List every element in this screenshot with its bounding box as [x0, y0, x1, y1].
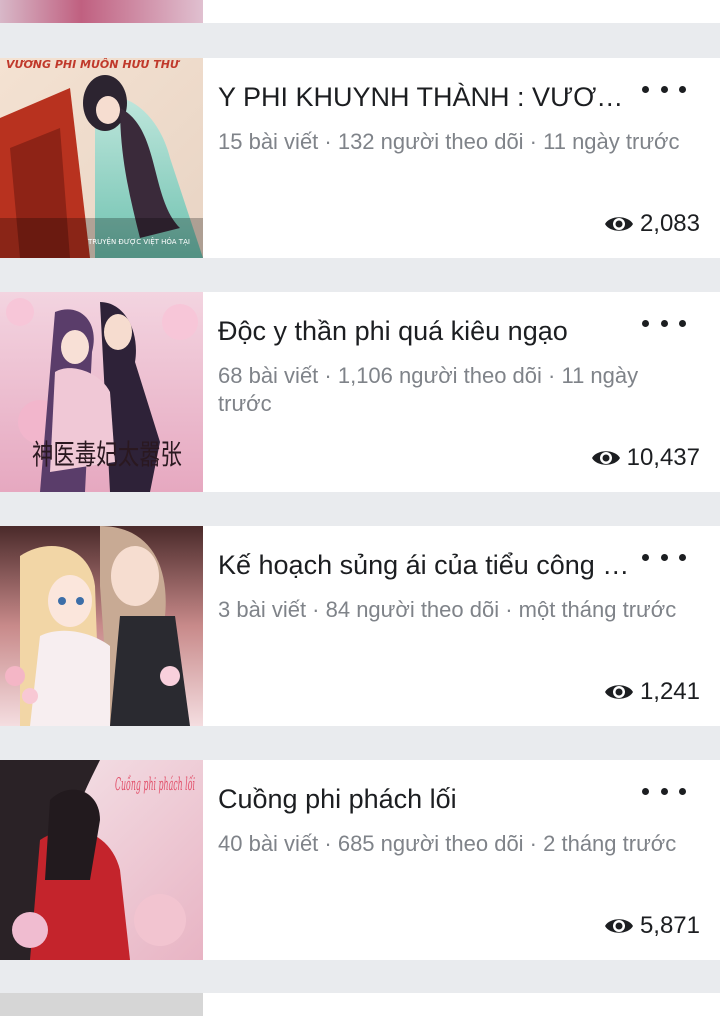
- list-item[interactable]: VƯƠNG PHI MUỐN HƯU THƯ TRUYỆN ĐƯỢC VIỆT …: [0, 58, 720, 258]
- post-meta: 68 bài viết · 1,106 người theo dõi · 11 …: [218, 363, 639, 416]
- group-post-list: VƯƠNG PHI MUỐN HƯU THƯ TRUYỆN ĐƯỢC VIỆT …: [0, 0, 720, 1016]
- cover-credit-text: TRUYỆN ĐƯỢC VIỆT HÓA TẠI: [87, 237, 190, 246]
- cover-image[interactable]: [0, 993, 203, 1016]
- list-item-partial-bottom[interactable]: [0, 993, 720, 1016]
- post-meta: 3 bài viết · 84 người theo dõi · một thá…: [218, 597, 677, 622]
- post-meta: 15 bài viết · 132 người theo dõi · 11 ng…: [218, 129, 680, 154]
- eye-icon: [604, 685, 633, 699]
- cover-image[interactable]: VƯƠNG PHI MUỐN HƯU THƯ TRUYỆN ĐƯỢC VIỆT …: [0, 58, 203, 258]
- cover-image[interactable]: [0, 0, 203, 23]
- list-item-partial-top[interactable]: [0, 0, 720, 23]
- more-options-icon[interactable]: [642, 312, 686, 334]
- eye-icon: [604, 217, 633, 231]
- view-count-value: 10,437: [626, 444, 700, 471]
- cover-title-text: 神医毒妃太嚣张: [32, 438, 182, 471]
- eye-icon: [604, 919, 633, 933]
- post-title[interactable]: Y PHI KHUYNH THÀNH : VƯƠNG PHI MUỐN HƯU …: [218, 80, 633, 114]
- cover-title-text: Cuồng phi phách lối: [115, 774, 195, 795]
- view-count: 5,871: [604, 912, 700, 940]
- cover-image[interactable]: [0, 526, 203, 726]
- view-count-value: 1,241: [639, 678, 700, 705]
- more-options-icon[interactable]: [642, 780, 686, 802]
- list-item[interactable]: 神医毒妃太嚣张 Độc y thần phi quá kiêu ngạo 68 …: [0, 292, 720, 492]
- view-count: 1,241: [604, 678, 700, 706]
- cover-title-text: VƯƠNG PHI MUỐN HƯU THƯ: [6, 58, 181, 71]
- cover-image[interactable]: Cuồng phi phách lối: [0, 760, 203, 960]
- view-count-value: 2,083: [639, 210, 700, 237]
- post-title[interactable]: Kế hoạch sủng ái của tiểu công chúa: [218, 548, 633, 582]
- post-title[interactable]: Cuồng phi phách lối: [218, 782, 633, 816]
- more-options-icon[interactable]: [642, 78, 686, 100]
- eye-icon: [591, 451, 620, 465]
- view-count: 10,437: [591, 444, 700, 472]
- view-count: 2,083: [604, 210, 700, 238]
- list-item[interactable]: Kế hoạch sủng ái của tiểu công chúa 3 bà…: [0, 526, 720, 726]
- cover-image[interactable]: 神医毒妃太嚣张: [0, 292, 203, 492]
- list-item[interactable]: Cuồng phi phách lối Cuồng phi phách lối …: [0, 760, 720, 960]
- view-count-value: 5,871: [639, 912, 700, 939]
- post-title[interactable]: Độc y thần phi quá kiêu ngạo: [218, 314, 633, 348]
- more-options-icon[interactable]: [642, 546, 686, 568]
- post-meta: 40 bài viết · 685 người theo dõi · 2 thá…: [218, 831, 677, 856]
